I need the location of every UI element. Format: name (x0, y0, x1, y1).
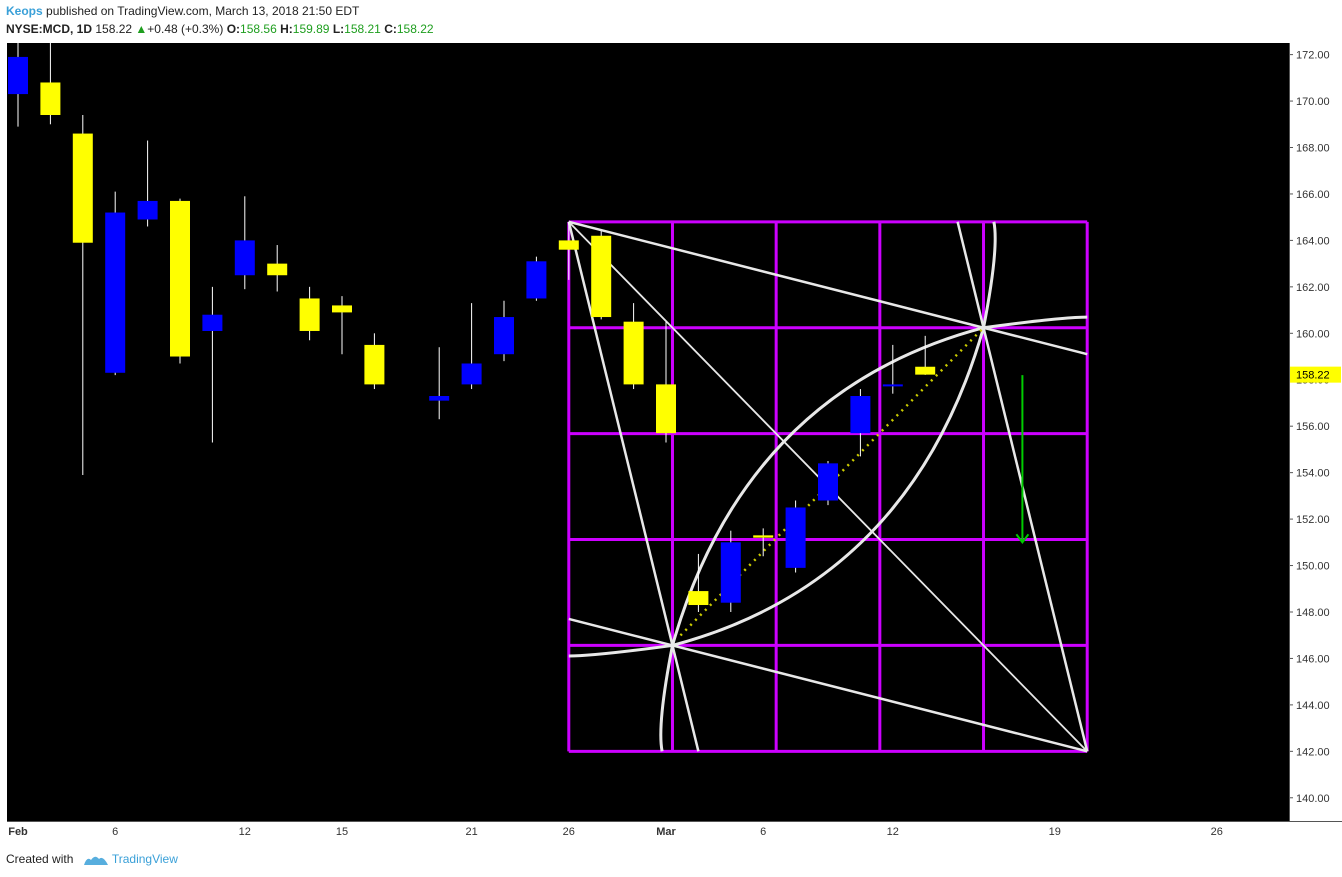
price-change: +0.48 (+0.3%) (147, 22, 224, 36)
candle-body (785, 507, 806, 568)
y-tick-label: 172.00 (1296, 50, 1330, 62)
open-label: O: (226, 22, 241, 36)
candle-body (591, 235, 612, 318)
candle-body (461, 363, 482, 385)
candle-body (623, 321, 644, 385)
candle-body (202, 314, 223, 331)
candle-body (105, 212, 126, 373)
y-tick-label: 154.00 (1296, 468, 1330, 480)
x-tick-label: 6 (760, 826, 766, 838)
candle-body (818, 463, 838, 501)
candle-body (753, 535, 774, 538)
candle-body (526, 261, 547, 299)
y-tick-label: 148.00 (1296, 607, 1330, 619)
x-tick-label: 19 (1049, 826, 1061, 838)
candle-body (137, 200, 158, 220)
candle (818, 461, 838, 506)
x-tick-label: Feb (8, 826, 28, 838)
candle-body (429, 396, 450, 401)
candle-body (850, 396, 871, 434)
y-tick-label: 142.00 (1296, 746, 1330, 758)
created-with-text: Created with (6, 852, 74, 866)
candle-body (494, 317, 514, 355)
open-value: 158.56 (240, 22, 277, 36)
footer: Created with TradingView (6, 852, 178, 867)
y-tick-label: 140.00 (1296, 793, 1330, 805)
candle (785, 500, 806, 573)
price-chart[interactable]: 140.00 142.00 144.00 146.00 148.00 150.00 152.… (0, 40, 1342, 848)
y-tick-label: 144.00 (1296, 700, 1330, 712)
x-tick-label: 26 (1211, 826, 1223, 838)
candle-body (688, 591, 709, 606)
candle (526, 256, 547, 301)
y-tick-label: 168.00 (1296, 143, 1330, 155)
high-value: 159.89 (292, 22, 330, 36)
candle-body (170, 200, 190, 357)
candle (720, 530, 741, 612)
symbol-info: NYSE:MCD, 1D 158.22 ▲+0.48 (+0.3%) O:158… (6, 22, 434, 36)
candle-body (332, 305, 352, 313)
y-tick-label: 170.00 (1296, 96, 1330, 108)
x-tick-label: 15 (336, 826, 348, 838)
low-value: 158.21 (344, 22, 381, 36)
published-text: published on TradingView.com, March 13, … (46, 4, 360, 18)
publish-info: Keops published on TradingView.com, Marc… (6, 4, 359, 18)
x-tick-label: 6 (112, 826, 118, 838)
y-tick-label: 160.00 (1296, 328, 1330, 340)
change-up-icon: ▲ (135, 22, 148, 36)
y-tick-label: 166.00 (1296, 189, 1330, 201)
candle-body (40, 82, 61, 115)
close-value: 158.22 (396, 22, 434, 36)
x-tick-label: Mar (656, 826, 676, 838)
candle-body (882, 384, 903, 387)
candle (591, 231, 612, 320)
candle (105, 191, 126, 376)
high-label: H: (280, 22, 293, 36)
y-tick-label: 156.00 (1296, 421, 1330, 433)
last-price-tag-label: 158.22 (1296, 370, 1330, 382)
candle-body (720, 542, 741, 603)
y-tick-label: 146.00 (1296, 653, 1330, 665)
y-tick-label: 162.00 (1296, 282, 1330, 294)
candle-body (558, 240, 579, 250)
candle-body (656, 384, 676, 434)
candle-body (364, 344, 385, 385)
candle-body (72, 133, 93, 243)
last-price: 158.22 (95, 22, 133, 36)
candle-body (234, 240, 255, 276)
y-tick-label: 152.00 (1296, 514, 1330, 526)
y-tick-label: 150.00 (1296, 561, 1330, 573)
y-tick-label: 164.00 (1296, 235, 1330, 247)
author-name[interactable]: Keops (6, 4, 43, 18)
x-tick-label: 21 (465, 826, 477, 838)
tradingview-link[interactable]: TradingView (112, 852, 178, 866)
candle-body (8, 56, 28, 95)
x-tick-label: 12 (239, 826, 251, 838)
candle-body (267, 263, 288, 276)
candle-body (915, 366, 936, 375)
x-tick-label: 26 (563, 826, 575, 838)
candle-body (299, 298, 320, 331)
tradingview-logo-icon (83, 856, 108, 865)
candle (170, 198, 190, 364)
x-tick-label: 12 (887, 826, 899, 838)
symbol-name: NYSE:MCD, 1D (6, 22, 93, 36)
plot-area (7, 43, 1289, 821)
close-label: C: (384, 22, 397, 36)
low-label: L: (332, 22, 345, 36)
